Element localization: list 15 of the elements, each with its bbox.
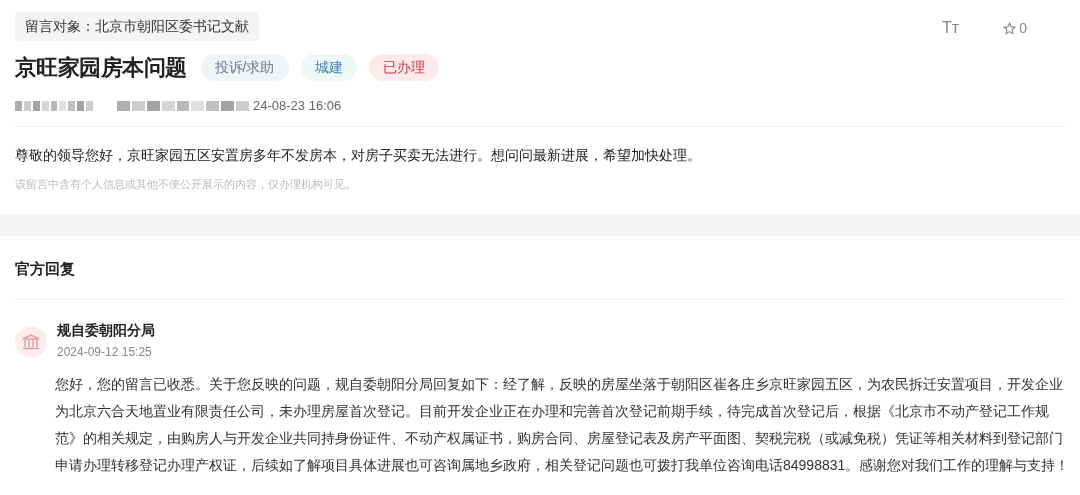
tag: 已办理 (368, 54, 439, 81)
reply-time: 2024-09-12 15:25 (57, 343, 153, 361)
tag: 投诉/求助 (200, 54, 289, 81)
favorite-count: 0 (1019, 18, 1027, 38)
section-heading: 官方回复 (15, 259, 76, 279)
tag: 城建 (300, 54, 357, 81)
post-time: 24-08-23 16:06 (253, 97, 342, 115)
font-size-button[interactable]: Tт (942, 16, 960, 40)
star-icon[interactable] (1003, 21, 1017, 35)
building-icon (22, 333, 40, 350)
message-text: 尊敬的领导您好，京旺家园五区安置房多年不发房本，对房子买卖无法进行。想问问最新进展，希望加快处理。 (15, 145, 702, 165)
reply-text: 您好，您的留言已收悉。关于您反映的问题，规自委朝阳分局回复如下：经了解，反映的房屋坐落于朝阳区崔各庄乡京旺家园五区，为农民拆迁安置项目，开发企业为北京六合天地置业有限责任公司，未办理房屋首次登记。目前开发企业正在办理和完善首次登记前期手续，待完成首次登记后，根据《北京市不动产登记工作规范》的相关规定，由购房人与开发企业共同持身份证件、不动产权属证书，购房合同、房屋登记表及房产平面图、契税完税（或减免税）凭证等相关材料到登记部门申请办理转移登记办理产权证，后续如了解项目具体进展也可咨询属地乡政府，相关登记问题也可拨打我单位咨询电话84998831。感谢您对我们工作的理解与支持！ (55, 374, 1071, 475)
message-title: 京旺家园房本问题 (15, 54, 187, 82)
department-name: 规自委朝阳分局 (57, 320, 155, 340)
message-target: 留言对象：北京市朝阳区委书记文献 (15, 12, 259, 41)
